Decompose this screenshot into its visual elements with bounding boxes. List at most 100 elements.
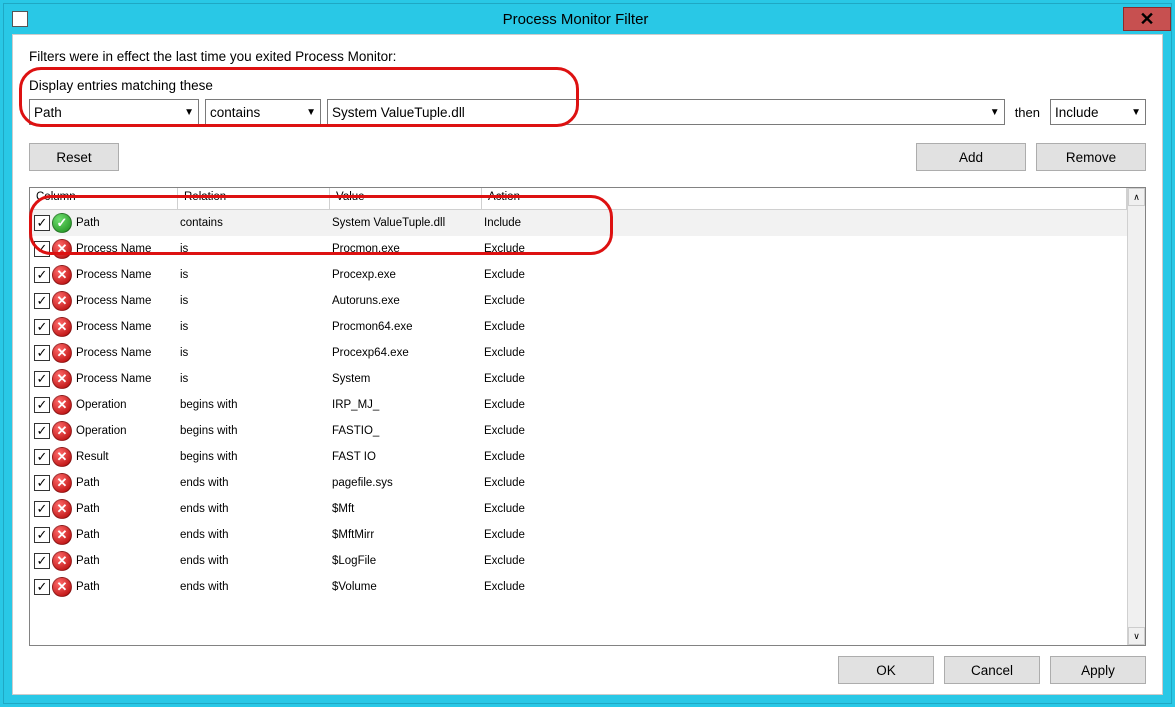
row-action: Exclude (484, 451, 1127, 463)
row-checkbox[interactable]: ✓ (34, 501, 50, 517)
add-button[interactable]: Add (916, 143, 1026, 171)
table-row[interactable]: ✓✕Pathends with$VolumeExclude (30, 574, 1127, 600)
window-title: Process Monitor Filter (28, 11, 1123, 28)
exclude-icon: ✕ (52, 447, 72, 467)
table-row[interactable]: ✓✕ Operationbegins withIRP_MJ_Exclude (30, 392, 1127, 418)
then-label: then (1011, 105, 1044, 120)
table-row[interactable]: ✓✕Process NameisProcexp.exeExclude (30, 262, 1127, 288)
action-combobox-value: Include (1055, 105, 1099, 120)
scroll-down-button[interactable]: ∨ (1128, 627, 1145, 645)
list-header: Column Relation Value Action (30, 188, 1127, 210)
row-column: Path (76, 503, 180, 515)
row-checkbox[interactable]: ✓ (34, 553, 50, 569)
row-action: Exclude (484, 295, 1127, 307)
row-relation: begins with (180, 399, 332, 411)
table-row[interactable]: ✓✓PathcontainsSystem ValueTuple.dllInclu… (30, 210, 1127, 236)
row-action: Exclude (484, 399, 1127, 411)
row-action: Exclude (484, 321, 1127, 333)
row-checkbox[interactable]: ✓ (34, 241, 50, 257)
row-value: $Mft (332, 503, 484, 515)
header-value[interactable]: Value (330, 188, 482, 209)
relation-combobox[interactable]: contains ▼ (205, 99, 321, 125)
row-relation: begins with (180, 451, 332, 463)
vertical-scrollbar[interactable]: ∧ ∨ (1127, 188, 1145, 645)
reset-button[interactable]: Reset (29, 143, 119, 171)
exclude-icon: ✕ (52, 265, 72, 285)
row-column: Process Name (76, 269, 180, 281)
row-value: pagefile.sys (332, 477, 484, 489)
table-row[interactable]: ✓✕Pathends with$MftExclude (30, 496, 1127, 522)
row-action: Exclude (484, 243, 1127, 255)
chevron-down-icon: ▼ (184, 107, 194, 118)
row-column: Path (76, 529, 180, 541)
row-value: $MftMirr (332, 529, 484, 541)
row-action: Exclude (484, 373, 1127, 385)
apply-button-label: Apply (1081, 663, 1115, 678)
row-checkbox[interactable]: ✓ (34, 345, 50, 361)
row-checkbox[interactable]: ✓ (34, 215, 50, 231)
exclude-icon: ✕ (52, 395, 72, 415)
button-row-top: Reset Add Remove (29, 143, 1146, 171)
exclude-icon: ✕ (52, 421, 72, 441)
action-combobox[interactable]: Include ▼ (1050, 99, 1146, 125)
row-action: Exclude (484, 269, 1127, 281)
row-checkbox[interactable]: ✓ (34, 293, 50, 309)
remove-button[interactable]: Remove (1036, 143, 1146, 171)
exclude-icon: ✕ (52, 239, 72, 259)
row-checkbox[interactable]: ✓ (34, 475, 50, 491)
close-button[interactable]: ✕ (1123, 7, 1171, 31)
row-column: Process Name (76, 373, 180, 385)
relation-combobox-value: contains (210, 105, 260, 120)
row-checkbox[interactable]: ✓ (34, 423, 50, 439)
table-row[interactable]: ✓✕Operationbegins withFASTIO_Exclude (30, 418, 1127, 444)
filter-list: Column Relation Value Action ✓✓Pathconta… (29, 187, 1146, 646)
header-column[interactable]: Column (30, 188, 178, 209)
column-combobox[interactable]: Path ▼ (29, 99, 199, 125)
row-checkbox[interactable]: ✓ (34, 579, 50, 595)
table-row[interactable]: ✓✕Process NameisAutoruns.exeExclude (30, 288, 1127, 314)
value-combobox-value: System ValueTuple.dll (332, 105, 465, 120)
row-column: Path (76, 477, 180, 489)
table-row[interactable]: ✓✕Process NameisSystemExclude (30, 366, 1127, 392)
header-relation[interactable]: Relation (178, 188, 330, 209)
row-column: Result (76, 451, 180, 463)
table-row[interactable]: ✓✕Resultbegins withFAST IOExclude (30, 444, 1127, 470)
table-row[interactable]: ✓✕Process NameisProcmon.exeExclude (30, 236, 1127, 262)
row-checkbox[interactable]: ✓ (34, 397, 50, 413)
row-relation: is (180, 295, 332, 307)
value-combobox[interactable]: System ValueTuple.dll ▼ (327, 99, 1005, 125)
row-checkbox[interactable]: ✓ (34, 527, 50, 543)
filter-list-body[interactable]: Column Relation Value Action ✓✓Pathconta… (30, 188, 1127, 645)
row-relation: ends with (180, 529, 332, 541)
table-row[interactable]: ✓✕Pathends with$LogFileExclude (30, 548, 1127, 574)
row-value: System (332, 373, 484, 385)
column-combobox-value: Path (34, 105, 62, 120)
header-action[interactable]: Action (482, 188, 1127, 209)
row-column: Process Name (76, 347, 180, 359)
row-checkbox[interactable]: ✓ (34, 319, 50, 335)
client-area: Filters were in effect the last time you… (12, 34, 1163, 695)
table-row[interactable]: ✓✕Pathends with$MftMirrExclude (30, 522, 1127, 548)
table-row[interactable]: ✓✕Process NameisProcmon64.exeExclude (30, 314, 1127, 340)
row-value: IRP_MJ_ (332, 399, 484, 411)
exclude-icon: ✕ (52, 317, 72, 337)
ok-button-label: OK (876, 663, 896, 678)
table-row[interactable]: ✓✕Pathends withpagefile.sysExclude (30, 470, 1127, 496)
system-menu-icon[interactable] (12, 11, 28, 27)
table-row[interactable]: ✓✕Process NameisProcexp64.exeExclude (30, 340, 1127, 366)
row-column: Operation (76, 399, 180, 411)
row-relation: ends with (180, 581, 332, 593)
row-checkbox[interactable]: ✓ (34, 371, 50, 387)
row-checkbox[interactable]: ✓ (34, 267, 50, 283)
button-row-bottom: OK Cancel Apply (29, 656, 1146, 684)
conditions-heading: Display entries matching these (29, 78, 1146, 93)
row-relation: is (180, 269, 332, 281)
row-column: Process Name (76, 243, 180, 255)
row-relation: is (180, 347, 332, 359)
close-icon: ✕ (1139, 9, 1154, 30)
scroll-up-button[interactable]: ∧ (1128, 188, 1145, 206)
ok-button[interactable]: OK (838, 656, 934, 684)
apply-button[interactable]: Apply (1050, 656, 1146, 684)
cancel-button[interactable]: Cancel (944, 656, 1040, 684)
row-checkbox[interactable]: ✓ (34, 449, 50, 465)
